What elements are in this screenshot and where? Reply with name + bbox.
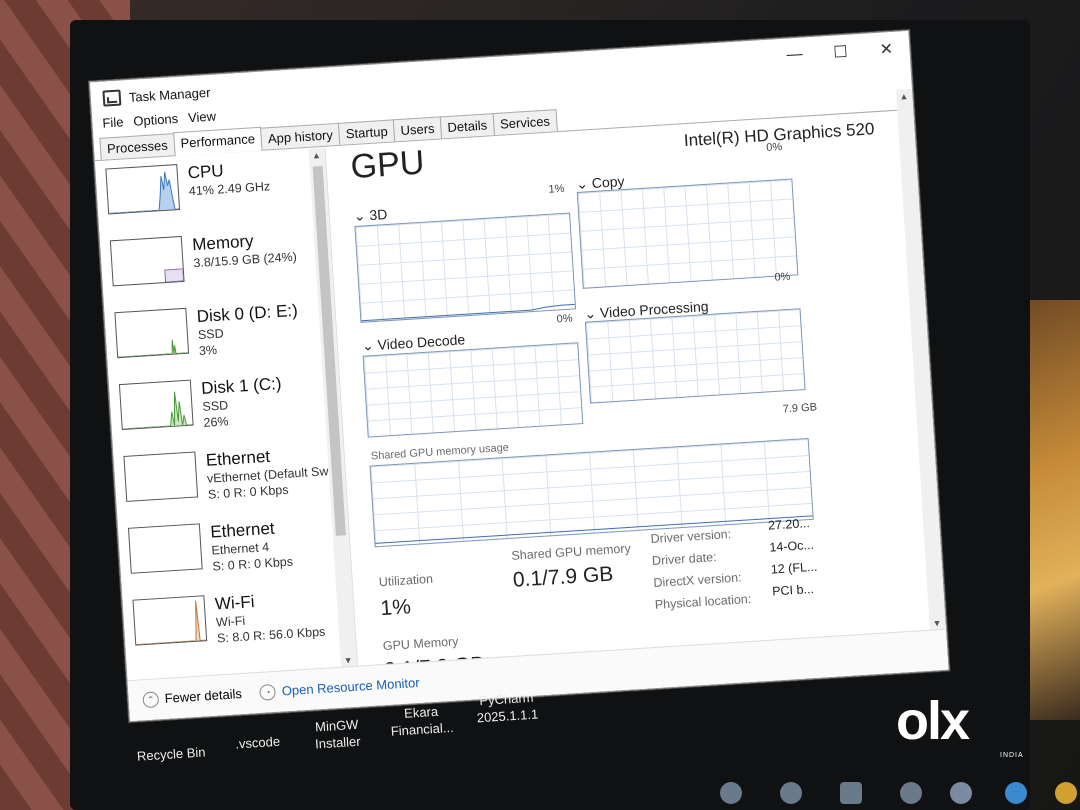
resource-list: CPU 41% 2.49 GHz Memory 3.8/15.9 GB (24%… — [94, 147, 361, 722]
telegram-icon[interactable] — [1005, 782, 1027, 804]
taskbar-app-icon[interactable] — [840, 782, 862, 804]
wifi-mini-graph — [132, 595, 208, 646]
directx-version-value: 12 (FL... — [770, 559, 818, 577]
disk1-mini-graph — [118, 379, 194, 431]
scroll-up-icon[interactable]: ▲ — [312, 150, 322, 161]
cpu-mini-graph — [105, 164, 181, 215]
desktop-icon-ekara[interactable]: Ekara Financial... — [381, 701, 463, 740]
tab-users[interactable]: Users — [392, 116, 443, 142]
fewer-details-label: Fewer details — [164, 685, 243, 706]
ethernet-mini-graph — [127, 523, 203, 574]
chrome-icon[interactable] — [1055, 782, 1077, 804]
directx-version-label: DirectX version: — [652, 570, 742, 590]
fewer-details-button[interactable]: ⌃ Fewer details — [142, 686, 242, 709]
driver-version-value: 27.20... — [767, 516, 811, 533]
resource-monitor-icon: ◔ — [259, 684, 277, 702]
taskbar-app-icon[interactable] — [900, 782, 922, 804]
shared-memory-label: Shared GPU memory — [511, 541, 632, 563]
page-title: GPU — [349, 143, 426, 187]
desktop-icon-recycle-bin[interactable]: Recycle Bin — [131, 743, 212, 765]
menu-file[interactable]: File — [102, 114, 124, 135]
driver-version-label: Driver version: — [650, 527, 732, 547]
taskbar — [620, 780, 1080, 810]
utilization-label: Utilization — [378, 571, 434, 590]
driver-date-value: 14-Oc... — [769, 537, 815, 555]
desktop-icon-vscode[interactable]: .vscode — [222, 732, 293, 753]
screen: Task Manager — ☐ ✕ File Options View Pro… — [88, 29, 951, 780]
chevron-up-icon: ⌃ — [142, 691, 160, 709]
ethernet-mini-graph — [123, 451, 199, 502]
task-manager-window: Task Manager — ☐ ✕ File Options View Pro… — [88, 29, 950, 723]
taskbar-app-icon[interactable] — [780, 782, 802, 804]
maximize-button[interactable]: ☐ — [816, 34, 864, 71]
resource-monitor-label: Open Resource Monitor — [281, 674, 420, 699]
desktop-icon-pycharm[interactable]: PyCharm 2025.1.1.1 — [466, 688, 548, 727]
menu-options[interactable]: Options — [133, 111, 179, 134]
scroll-down-icon[interactable]: ▼ — [932, 618, 942, 629]
tab-services[interactable]: Services — [492, 109, 558, 136]
tab-details[interactable]: Details — [439, 113, 495, 139]
resource-wifi[interactable]: Wi-Fi Wi-Fi S: 8.0 R: 56.0 Kbps — [122, 579, 356, 665]
graph-3d — [354, 212, 577, 323]
task-manager-icon — [102, 89, 122, 107]
minimize-button[interactable]: — — [771, 37, 819, 74]
shared-memory-max: 7.9 GB — [782, 401, 818, 416]
olx-watermark-sub: INDIA — [1000, 752, 1024, 759]
shared-memory-value: 0.1/7.9 GB — [512, 562, 614, 592]
gpu-panel: GPU Intel(R) HD Graphics 520 ⌄ 3D 1% ⌄ C… — [325, 88, 948, 707]
open-resource-monitor-link[interactable]: ◔ Open Resource Monitor — [259, 675, 420, 702]
memory-mini-graph — [109, 235, 185, 287]
driver-date-label: Driver date: — [651, 549, 717, 569]
graph-pct-video-processing: 0% — [774, 270, 791, 284]
graph-video-decode — [362, 342, 584, 438]
gpu-memory-label: GPU Memory — [382, 634, 459, 654]
performance-content: CPU 41% 2.49 GHz Memory 3.8/15.9 GB (24%… — [94, 88, 949, 722]
disk0-mini-graph — [114, 307, 190, 359]
olx-watermark-logo: olx — [896, 691, 970, 751]
graph-pct-video-decode: 0% — [556, 312, 573, 326]
graph-pct-3d: 1% — [548, 182, 565, 196]
graph-label-3d[interactable]: ⌄ 3D — [353, 206, 388, 225]
menu-view[interactable]: View — [188, 109, 217, 131]
graph-video-processing — [584, 308, 806, 404]
tab-app-history[interactable]: App history — [260, 122, 341, 150]
graph-label-text: 3D — [368, 205, 388, 224]
taskbar-app-icon[interactable] — [720, 782, 742, 804]
close-button[interactable]: ✕ — [862, 31, 910, 68]
scroll-up-icon[interactable]: ▲ — [899, 91, 909, 102]
physical-location-label: Physical location: — [654, 591, 752, 612]
physical-location-value: PCI b... — [771, 581, 815, 599]
desktop-icon-mingw[interactable]: MinGW Installer — [301, 715, 373, 753]
graph-pct-copy: 0% — [765, 141, 783, 155]
tab-startup[interactable]: Startup — [338, 119, 396, 145]
scroll-down-icon[interactable]: ▼ — [343, 655, 353, 666]
utilization-value: 1% — [379, 595, 412, 621]
graph-copy — [576, 178, 799, 289]
tab-processes[interactable]: Processes — [99, 133, 176, 160]
taskbar-app-icon[interactable] — [950, 782, 972, 804]
